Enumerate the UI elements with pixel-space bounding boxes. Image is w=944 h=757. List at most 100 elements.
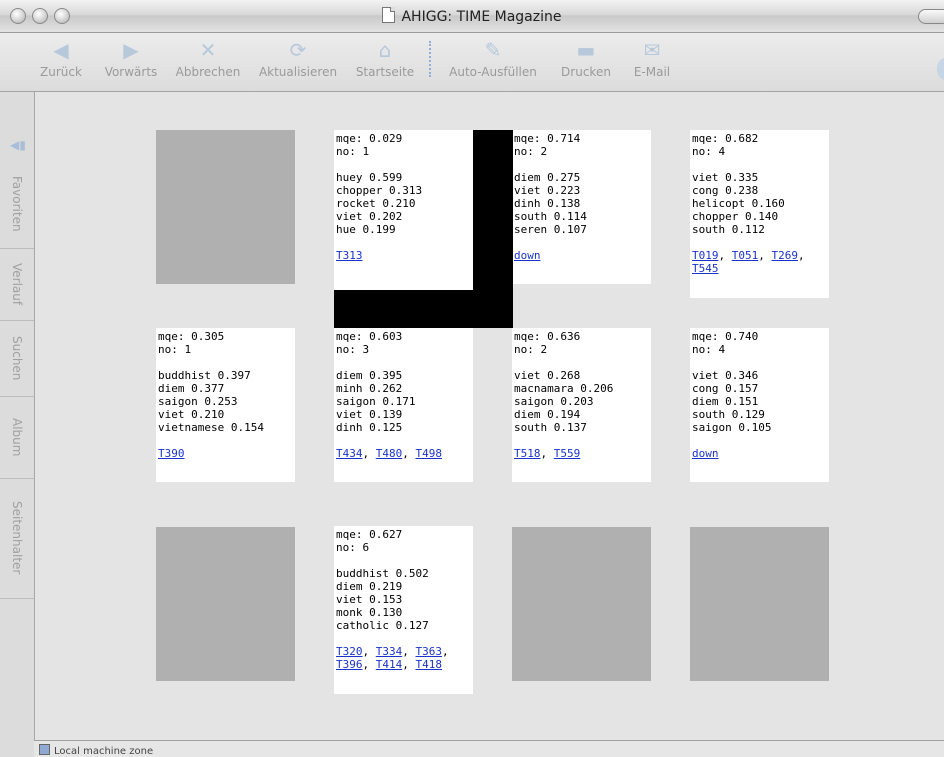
page-content: mqe: 0.029 no: 1 huey 0.599 chopper 0.31… bbox=[35, 92, 944, 740]
document-link[interactable]: T480 bbox=[376, 447, 403, 460]
cluster-card: mqe: 0.305 no: 1 buddhist 0.397 diem 0.3… bbox=[156, 328, 295, 482]
link-line: T396, T414, T418 bbox=[336, 658, 443, 671]
forward-button[interactable]: ▶ Vorwärts bbox=[101, 37, 161, 79]
tab-verlauf[interactable]: Verlauf bbox=[0, 248, 34, 321]
term-weight: viet 0.346 bbox=[692, 369, 759, 382]
cluster-card: mqe: 0.603 no: 3 diem 0.395 minh 0.262 s… bbox=[334, 328, 473, 482]
tab-seitenhalter[interactable]: Seitenhalter bbox=[0, 478, 34, 599]
document-link[interactable]: T396 bbox=[336, 658, 363, 671]
term-weight: saigon 0.253 bbox=[158, 395, 238, 408]
term-weight: diem 0.194 bbox=[514, 408, 581, 421]
document-link[interactable]: T019 bbox=[692, 249, 719, 262]
mail-icon: ✉ bbox=[643, 38, 661, 62]
email-button[interactable]: ✉ E-Mail bbox=[626, 37, 678, 79]
down-link[interactable]: down bbox=[514, 249, 541, 262]
print-label: Drucken bbox=[561, 65, 611, 79]
down-link[interactable]: down bbox=[692, 447, 719, 460]
stop-button[interactable]: ✕ Abbrechen bbox=[172, 37, 244, 79]
tab-album[interactable]: Album bbox=[0, 396, 34, 479]
cluster-card: mqe: 0.029 no: 1 huey 0.599 chopper 0.31… bbox=[334, 130, 473, 290]
document-link[interactable]: T334 bbox=[376, 645, 403, 658]
term-weight: minh 0.262 bbox=[336, 382, 403, 395]
window-title-area: AHIGG: TIME Magazine bbox=[0, 7, 944, 25]
mqe-value: mqe: 0.627 bbox=[336, 528, 403, 541]
status-bar: Local machine zone bbox=[34, 740, 944, 757]
cluster-card: mqe: 0.627 no: 6 buddhist 0.502 diem 0.2… bbox=[334, 526, 473, 694]
home-button[interactable]: ⌂ Startseite bbox=[352, 37, 418, 79]
link-line: T313 bbox=[336, 249, 473, 262]
document-link[interactable]: T498 bbox=[416, 447, 443, 460]
back-label: Zurück bbox=[40, 65, 82, 79]
document-link[interactable]: T559 bbox=[554, 447, 581, 460]
term-weight: diem 0.275 bbox=[514, 171, 581, 184]
term-weight: viet 0.202 bbox=[336, 210, 403, 223]
zone-label: Local machine zone bbox=[54, 746, 154, 757]
link-line: T545 bbox=[692, 262, 829, 275]
mqe-value: mqe: 0.029 bbox=[336, 132, 403, 145]
empty-cell bbox=[690, 527, 829, 681]
doc-count: no: 2 bbox=[514, 343, 548, 356]
document-icon bbox=[382, 7, 396, 23]
term-weight: viet 0.335 bbox=[692, 171, 759, 184]
document-link[interactable]: T545 bbox=[692, 262, 719, 275]
term-weight: diem 0.151 bbox=[692, 395, 759, 408]
selection-marker-horizontal bbox=[334, 290, 513, 328]
term-weight: dinh 0.125 bbox=[336, 421, 403, 434]
explorer-sidebar: ◀▮ Favoriten Verlauf Suchen Album Seiten… bbox=[0, 92, 35, 740]
link-line: T518, T559 bbox=[514, 447, 581, 460]
link-line: T019, T051, T269, bbox=[692, 249, 805, 262]
doc-count: no: 2 bbox=[514, 145, 548, 158]
document-link[interactable]: T313 bbox=[336, 249, 363, 262]
term-weight: south 0.114 bbox=[514, 210, 587, 223]
browser-toolbar: ◀ Zurück ▶ Vorwärts ✕ Abbrechen ⟳ Aktual… bbox=[0, 33, 944, 92]
refresh-button[interactable]: ⟳ Aktualisieren bbox=[254, 37, 342, 79]
window-titlebar: AHIGG: TIME Magazine bbox=[0, 0, 944, 33]
term-weight: cong 0.157 bbox=[692, 382, 759, 395]
autofill-button[interactable]: ✎ Auto-Ausfüllen bbox=[443, 37, 543, 79]
doc-count: no: 1 bbox=[158, 343, 192, 356]
document-link[interactable]: T434 bbox=[336, 447, 363, 460]
tab-suchen[interactable]: Suchen bbox=[0, 320, 34, 397]
sidebar-grip-icon[interactable]: ◀▮ bbox=[10, 138, 26, 152]
term-weight: saigon 0.105 bbox=[692, 421, 772, 434]
term-weight: diem 0.219 bbox=[336, 580, 403, 593]
document-link[interactable]: T051 bbox=[732, 249, 759, 262]
print-button[interactable]: ▬ Drucken bbox=[556, 37, 616, 79]
term-weight: diem 0.395 bbox=[336, 369, 403, 382]
mqe-value: mqe: 0.636 bbox=[514, 330, 581, 343]
term-weight: catholic 0.127 bbox=[336, 619, 429, 632]
stop-icon: ✕ bbox=[199, 38, 217, 62]
forward-arrow-icon: ▶ bbox=[123, 38, 139, 62]
term-weight: huey 0.599 bbox=[336, 171, 403, 184]
toolbar-toggle-button[interactable] bbox=[918, 9, 944, 24]
document-link[interactable]: T269 bbox=[772, 249, 799, 262]
back-button[interactable]: ◀ Zurück bbox=[36, 37, 86, 79]
term-weight: buddhist 0.502 bbox=[336, 567, 429, 580]
autofill-label: Auto-Ausfüllen bbox=[449, 65, 537, 79]
document-link[interactable]: T414 bbox=[376, 658, 403, 671]
doc-count: no: 4 bbox=[692, 343, 726, 356]
term-weight: chopper 0.140 bbox=[692, 210, 779, 223]
term-weight: vietnamese 0.154 bbox=[158, 421, 264, 434]
term-weight: viet 0.210 bbox=[158, 408, 225, 421]
document-link[interactable]: T418 bbox=[416, 658, 443, 671]
empty-cell bbox=[512, 527, 651, 681]
mqe-value: mqe: 0.740 bbox=[692, 330, 759, 343]
link-line: T434, T480, T498 bbox=[336, 447, 443, 460]
browser-logo-icon: e bbox=[935, 41, 944, 90]
document-link[interactable]: T363 bbox=[416, 645, 443, 658]
doc-count: no: 4 bbox=[692, 145, 726, 158]
tab-favoriten[interactable]: Favoriten bbox=[0, 160, 34, 249]
email-label: E-Mail bbox=[633, 65, 671, 79]
document-link[interactable]: T518 bbox=[514, 447, 541, 460]
doc-count: no: 1 bbox=[336, 145, 370, 158]
document-link[interactable]: T320 bbox=[336, 645, 363, 658]
term-weight: chopper 0.313 bbox=[336, 184, 423, 197]
document-link[interactable]: T390 bbox=[158, 447, 185, 460]
term-weight: viet 0.223 bbox=[514, 184, 581, 197]
term-weight: dinh 0.138 bbox=[514, 197, 581, 210]
toolbar-separator bbox=[429, 41, 431, 77]
term-weight: macnamara 0.206 bbox=[514, 382, 614, 395]
tab-favoriten-label: Favoriten bbox=[10, 176, 24, 232]
print-icon: ▬ bbox=[576, 38, 596, 62]
